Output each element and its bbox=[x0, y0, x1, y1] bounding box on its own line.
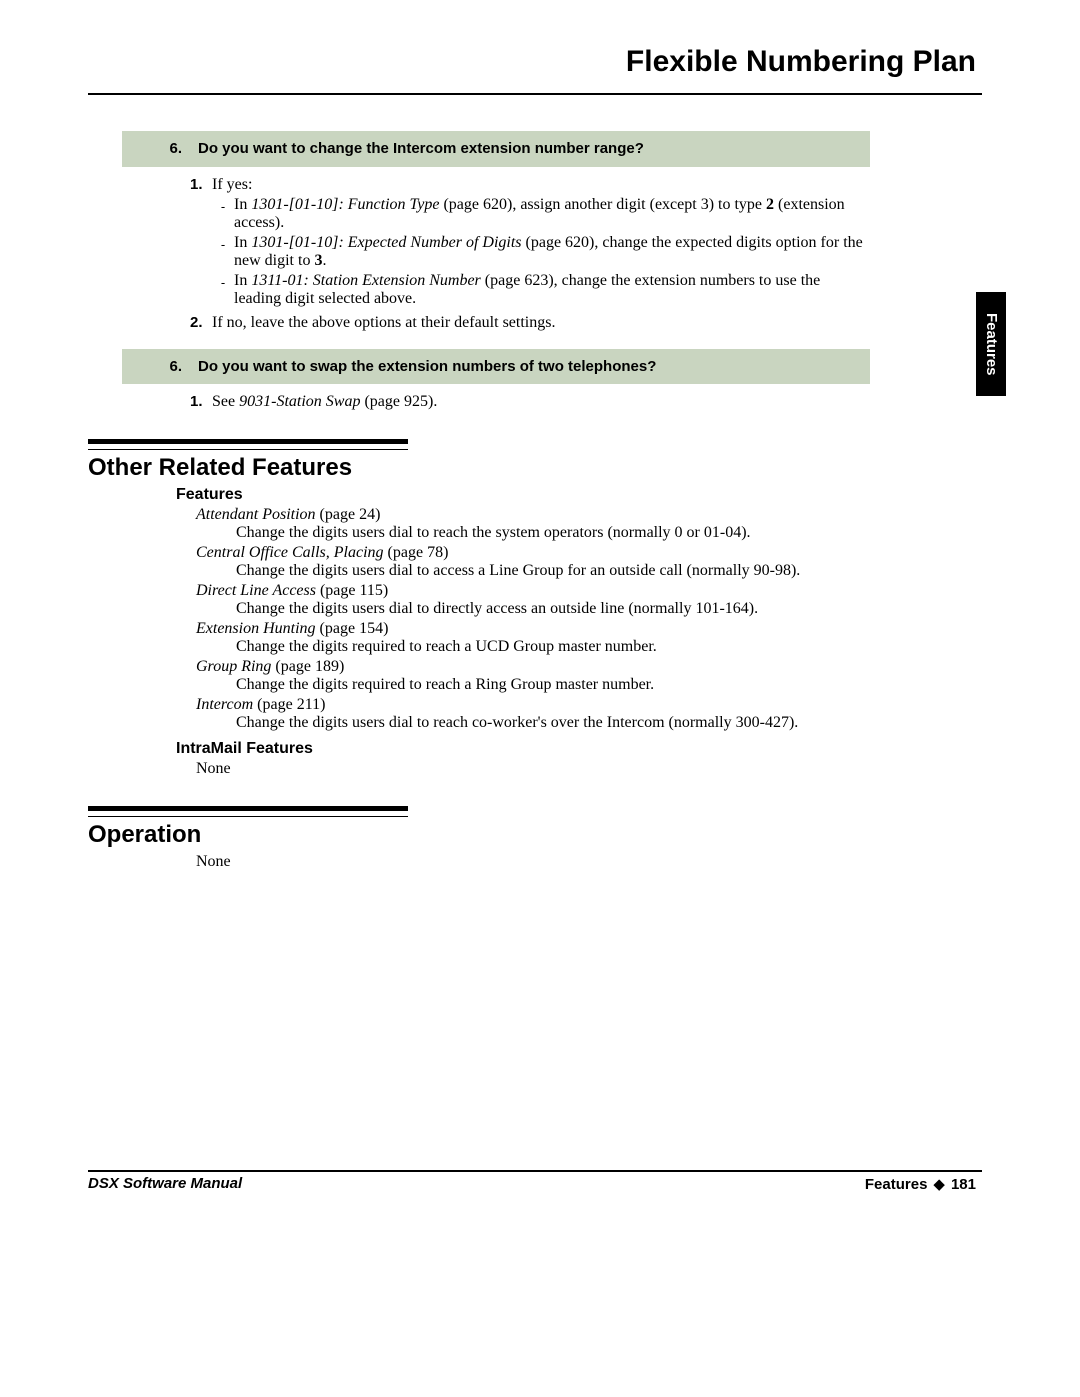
reference-link: 1301-[01-10]: Function Type bbox=[251, 196, 439, 213]
feature-page: (page 24) bbox=[316, 506, 381, 523]
footer-section-label: Features bbox=[865, 1176, 928, 1193]
feature-item: Group Ring (page 189) Change the digits … bbox=[196, 658, 876, 694]
feature-desc: Change the digits users dial to directly… bbox=[236, 600, 876, 618]
feature-page: (page 78) bbox=[384, 544, 449, 561]
feature-item: Intercom (page 211) Change the digits us… bbox=[196, 696, 876, 732]
reference-link: 9031-Station Swap bbox=[239, 393, 360, 410]
page-frame: Flexible Numbering Plan Features 6. Do y… bbox=[88, 45, 982, 1172]
text: See bbox=[212, 393, 239, 410]
dash-item: - In 1301-[01-10]: Function Type (page 6… bbox=[212, 196, 866, 232]
feature-title: Group Ring bbox=[196, 658, 271, 675]
feature-title: Direct Line Access bbox=[196, 582, 316, 599]
text: . bbox=[322, 252, 326, 269]
feature-desc: Change the digits users dial to access a… bbox=[236, 562, 876, 580]
bar-text: Do you want to change the Intercom exten… bbox=[192, 131, 870, 167]
footer-page-number: 181 bbox=[951, 1176, 976, 1193]
reference-link: 1311-01: Station Extension Number bbox=[251, 272, 480, 289]
page-title: Flexible Numbering Plan bbox=[626, 45, 976, 79]
list-text: If yes: bbox=[212, 176, 252, 193]
feature-item: Direct Line Access (page 115) Change the… bbox=[196, 582, 876, 618]
operation-none: None bbox=[196, 853, 982, 871]
reference-link: 1301-[01-10]: Expected Number of Digits bbox=[251, 234, 521, 251]
list-item: 1. If yes: - In 1301-[01-10]: Function T… bbox=[190, 176, 866, 310]
subheading-intramail: IntraMail Features bbox=[176, 740, 982, 758]
dash-mark: - bbox=[212, 196, 234, 232]
text: In bbox=[234, 196, 251, 213]
page-header: Flexible Numbering Plan bbox=[88, 45, 982, 95]
question-bar-6b: 6. Do you want to swap the extension num… bbox=[121, 348, 871, 386]
feature-item: Central Office Calls, Placing (page 78) … bbox=[196, 544, 876, 580]
section-operation: Operation None bbox=[88, 806, 982, 871]
feature-desc: Change the digits users dial to reach th… bbox=[236, 524, 876, 542]
intramail-none: None bbox=[196, 760, 982, 778]
bar-number: 6. bbox=[122, 349, 192, 385]
list-item: 2. If no, leave the above options at the… bbox=[190, 314, 866, 332]
list-number: 2. bbox=[190, 314, 212, 332]
text: In bbox=[234, 272, 251, 289]
bar-6b-content: 1. See 9031-Station Swap (page 925). bbox=[190, 393, 866, 411]
feature-title: Attendant Position bbox=[196, 506, 316, 523]
dash-item: - In 1301-[01-10]: Expected Number of Di… bbox=[212, 234, 866, 270]
question-bar-6a: 6. Do you want to change the Intercom ex… bbox=[121, 130, 871, 168]
feature-desc: Change the digits users dial to reach co… bbox=[236, 714, 876, 732]
bar-text: Do you want to swap the extension number… bbox=[192, 349, 870, 385]
text: (page 925). bbox=[360, 393, 437, 410]
section-rule bbox=[88, 439, 408, 450]
text: (page 620), assign another digit (except… bbox=[439, 196, 766, 213]
dash-item: - In 1311-01: Station Extension Number (… bbox=[212, 272, 866, 308]
list-text: If no, leave the above options at their … bbox=[212, 314, 555, 331]
section-title: Operation bbox=[88, 821, 982, 849]
dash-mark: - bbox=[212, 234, 234, 270]
feature-desc: Change the digits required to reach a Ri… bbox=[236, 676, 876, 694]
bold-value: 2 bbox=[766, 196, 774, 213]
text: In bbox=[234, 234, 251, 251]
subheading-features: Features bbox=[176, 486, 982, 504]
features-block: Attendant Position (page 24) Change the … bbox=[196, 506, 876, 732]
feature-item: Attendant Position (page 24) Change the … bbox=[196, 506, 876, 542]
feature-desc: Change the digits required to reach a UC… bbox=[236, 638, 876, 656]
feature-title: Central Office Calls, Placing bbox=[196, 544, 384, 561]
list-number: 1. bbox=[190, 176, 212, 310]
section-rule bbox=[88, 806, 408, 817]
feature-page: (page 115) bbox=[316, 582, 388, 599]
feature-page: (page 189) bbox=[271, 658, 344, 675]
dash-mark: - bbox=[212, 272, 234, 308]
bar-number: 6. bbox=[122, 131, 192, 167]
footer-manual-title: DSX Software Manual bbox=[88, 1175, 242, 1192]
bar-6a-content: 1. If yes: - In 1301-[01-10]: Function T… bbox=[190, 176, 866, 332]
section-other-related-features: Other Related Features Features Attendan… bbox=[88, 439, 982, 778]
feature-page: (page 154) bbox=[316, 620, 389, 637]
section-title: Other Related Features bbox=[88, 454, 982, 482]
list-number: 1. bbox=[190, 393, 212, 411]
feature-page: (page 211) bbox=[253, 696, 325, 713]
feature-title: Extension Hunting bbox=[196, 620, 316, 637]
footer-page-info: Features◆181 bbox=[865, 1175, 976, 1193]
footer-separator-icon: ◆ bbox=[927, 1176, 951, 1193]
feature-item: Extension Hunting (page 154) Change the … bbox=[196, 620, 876, 656]
list-item: 1. See 9031-Station Swap (page 925). bbox=[190, 393, 866, 411]
page-content: 6. Do you want to change the Intercom ex… bbox=[88, 95, 982, 871]
feature-title: Intercom bbox=[196, 696, 253, 713]
